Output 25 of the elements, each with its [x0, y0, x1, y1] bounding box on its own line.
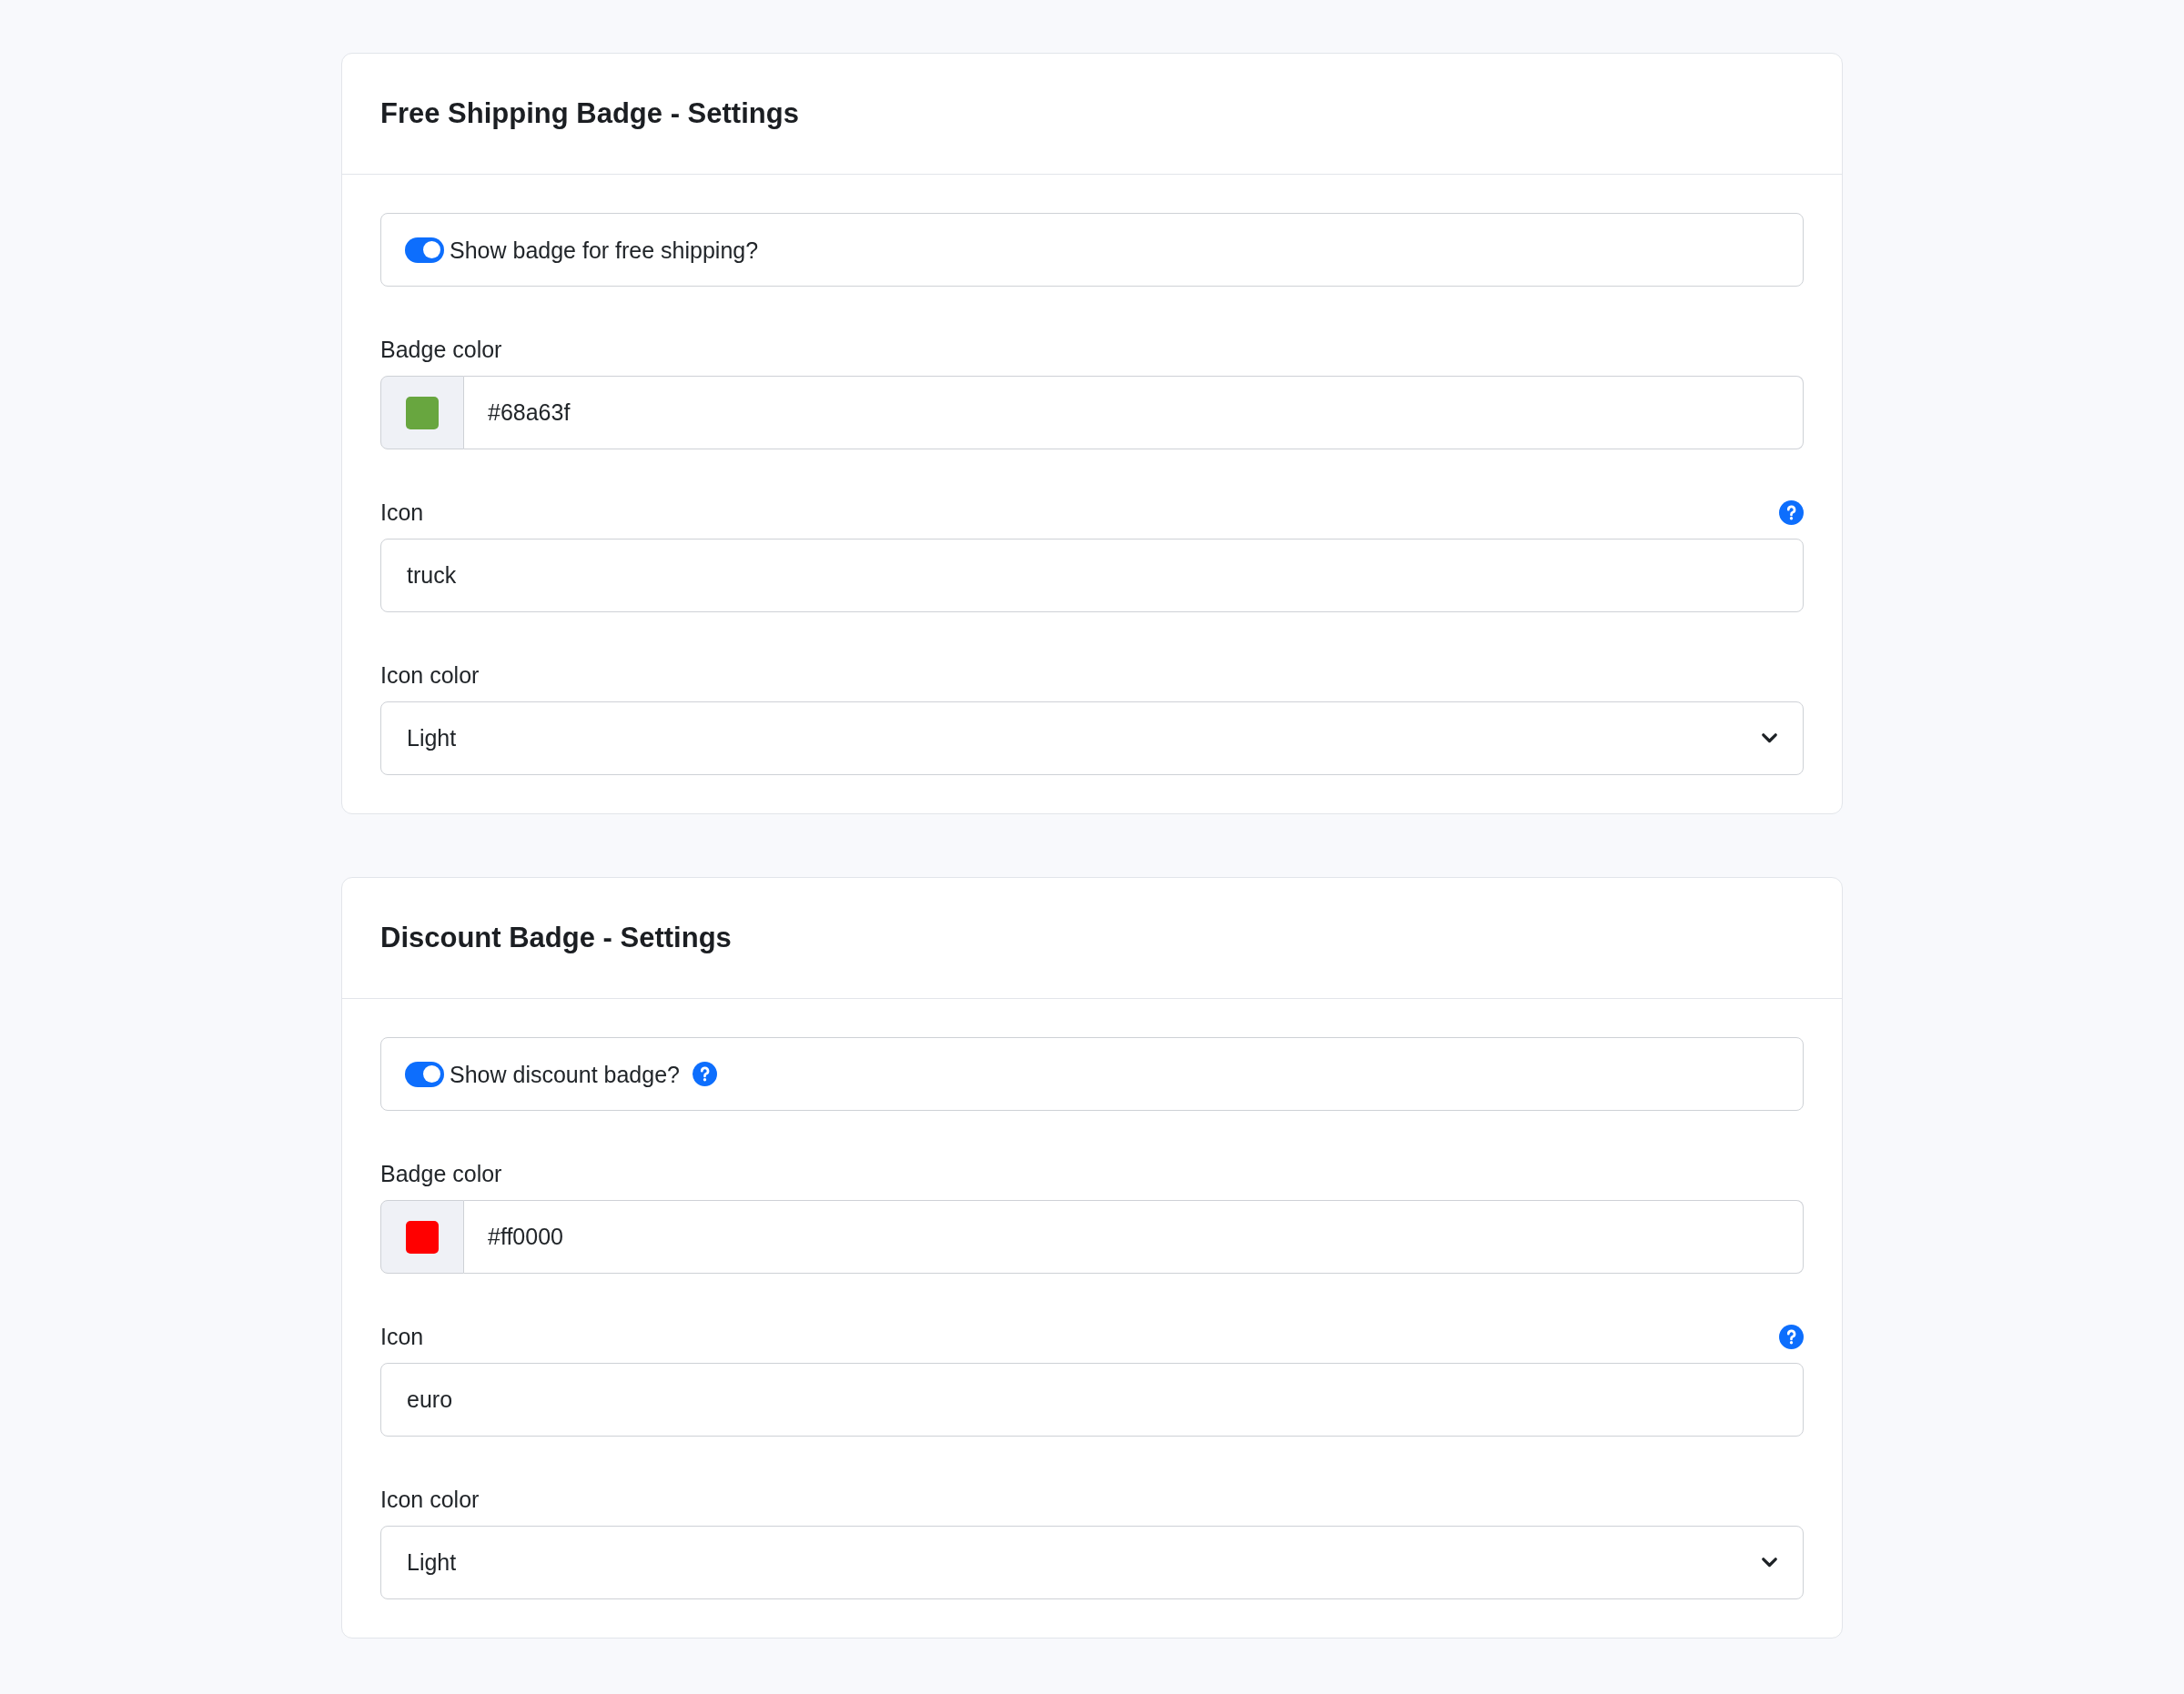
color-picker-button[interactable] — [380, 1200, 464, 1274]
field-label: Icon color — [380, 661, 480, 690]
chevron-down-icon — [1762, 1558, 1777, 1568]
toggle-switch[interactable] — [405, 1061, 444, 1087]
select-field[interactable]: Light — [380, 701, 1804, 775]
field-label: Icon color — [380, 1486, 480, 1514]
toggle-label: Show discount badge? — [450, 1060, 680, 1089]
help-icon[interactable] — [692, 1062, 717, 1086]
text-input[interactable]: truck — [380, 539, 1804, 612]
help-icon[interactable] — [1779, 499, 1804, 525]
help-icon[interactable] — [1779, 1324, 1804, 1349]
text-input[interactable]: euro — [380, 1363, 1804, 1437]
color-input[interactable]: #68a63f — [464, 376, 1804, 449]
toggle-switch[interactable] — [405, 237, 444, 263]
field-label: Icon — [380, 1323, 424, 1351]
field-label: Badge color — [380, 1160, 502, 1188]
color-input[interactable]: #ff0000 — [464, 1200, 1804, 1274]
card-title: Discount Badge - Settings — [380, 921, 733, 955]
field-label: Icon — [380, 499, 424, 527]
select-field[interactable]: Light — [380, 1526, 1804, 1599]
field-label: Badge color — [380, 336, 502, 364]
color-picker-button[interactable] — [380, 376, 464, 449]
toggle-label: Show badge for free shipping? — [450, 236, 759, 265]
chevron-down-icon — [1762, 733, 1777, 743]
card-title: Free Shipping Badge - Settings — [380, 96, 800, 131]
